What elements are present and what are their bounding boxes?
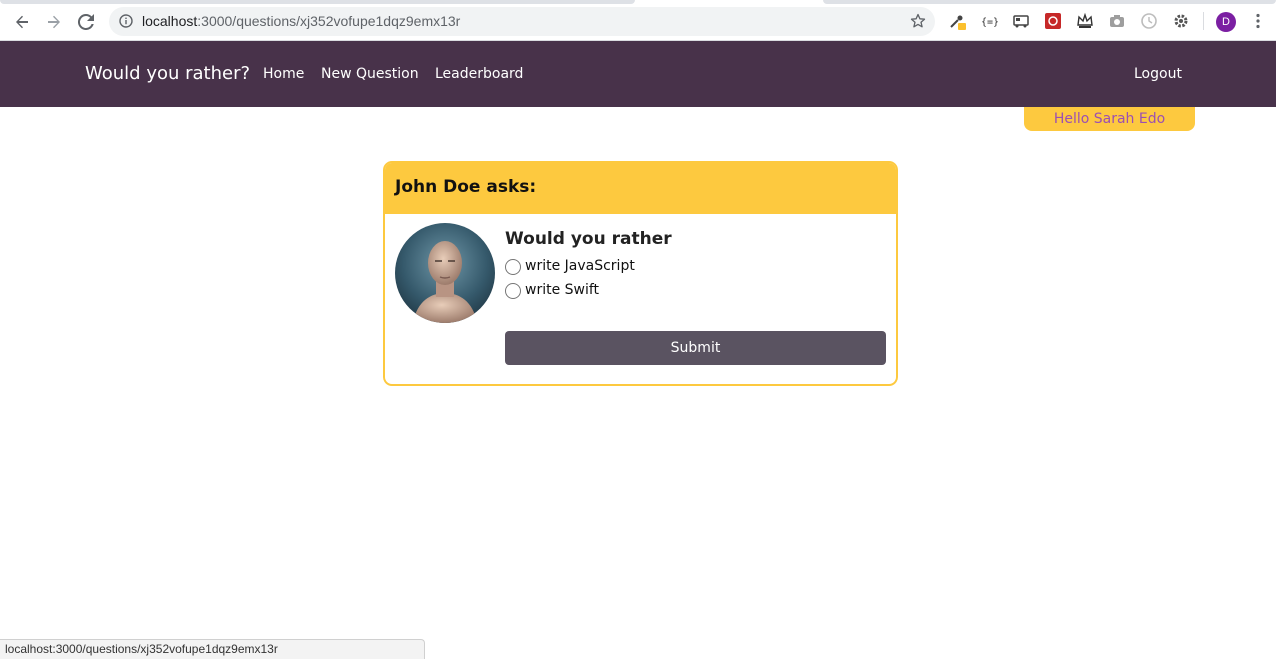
menu-kebab-icon[interactable] xyxy=(1249,12,1267,30)
bookmark-star-icon[interactable] xyxy=(910,13,926,29)
tab-strip-edge xyxy=(0,0,635,4)
question-title: Would you rather xyxy=(505,229,672,249)
reload-icon[interactable] xyxy=(74,10,98,34)
toolbar-divider xyxy=(1203,12,1204,30)
svg-text:{=}: {=} xyxy=(981,17,998,28)
settings-extension-icon[interactable] xyxy=(1172,12,1190,30)
redux-extension-icon[interactable] xyxy=(1044,12,1062,30)
logout-link[interactable]: Logout xyxy=(1134,66,1182,82)
bus-extension-icon[interactable] xyxy=(1012,12,1030,30)
profile-avatar[interactable]: D xyxy=(1216,12,1236,32)
brand-title[interactable]: Would you rather? xyxy=(85,63,250,84)
nav-leaderboard[interactable]: Leaderboard xyxy=(435,66,523,82)
camera-extension-icon[interactable] xyxy=(1108,12,1126,30)
crown-extension-icon[interactable] xyxy=(1076,12,1094,30)
timer-extension-icon[interactable] xyxy=(1140,12,1158,30)
eyedropper-extension-icon[interactable] xyxy=(948,12,966,30)
url-path: :3000/questions/xj352vofupe1dqz9emx13r xyxy=(197,13,461,29)
option-one-label: write JavaScript xyxy=(525,258,635,274)
url-text: localhost:3000/questions/xj352vofupe1dqz… xyxy=(142,13,460,29)
nav-home[interactable]: Home xyxy=(263,66,304,82)
submit-button[interactable]: Submit xyxy=(505,331,886,365)
option-two-radio[interactable] xyxy=(505,283,521,299)
option-two[interactable]: write Swift xyxy=(505,281,599,299)
forward-icon[interactable] xyxy=(42,10,66,34)
back-icon[interactable] xyxy=(10,10,34,34)
question-asker: John Doe asks: xyxy=(385,163,896,214)
app-navbar: Would you rather? Home New Question Lead… xyxy=(0,41,1276,107)
nav-new-question[interactable]: New Question xyxy=(321,66,419,82)
user-greeting-badge: Hello Sarah Edo xyxy=(1024,107,1195,131)
status-url-bubble: localhost:3000/questions/xj352vofupe1dqz… xyxy=(0,639,425,659)
question-card: John Doe asks: Would you rather write Ja… xyxy=(383,161,898,386)
info-icon[interactable] xyxy=(119,14,133,28)
option-one[interactable]: write JavaScript xyxy=(505,257,635,275)
asker-avatar xyxy=(395,223,495,323)
tab-strip-edge xyxy=(823,0,1276,4)
option-two-label: write Swift xyxy=(525,282,600,298)
json-extension-icon[interactable]: {=} xyxy=(980,12,998,30)
browser-toolbar: localhost:3000/questions/xj352vofupe1dqz… xyxy=(0,0,1276,41)
option-one-radio[interactable] xyxy=(505,259,521,275)
address-bar[interactable]: localhost:3000/questions/xj352vofupe1dqz… xyxy=(109,7,935,36)
url-host: localhost xyxy=(142,13,198,29)
